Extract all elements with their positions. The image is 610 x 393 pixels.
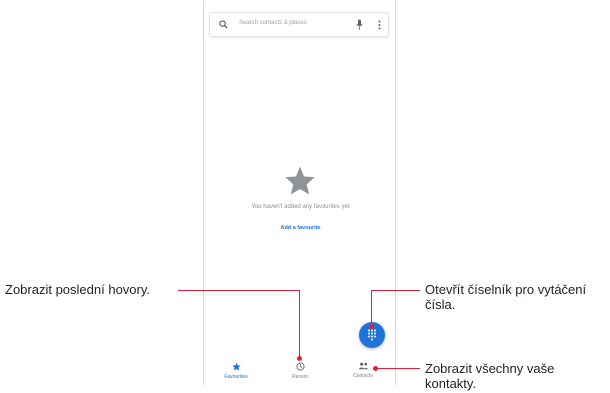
callout-line-recent bbox=[178, 290, 300, 291]
mic-icon[interactable] bbox=[356, 19, 363, 30]
more-options-icon[interactable] bbox=[378, 20, 381, 30]
callout-line-dialpad-vertical bbox=[371, 290, 372, 326]
people-icon bbox=[357, 362, 369, 370]
add-favourite-link[interactable]: Add a favourite bbox=[204, 225, 397, 231]
callout-line-recent-vertical bbox=[299, 290, 300, 358]
nav-label-recent: Recent bbox=[292, 374, 308, 380]
search-bar[interactable]: Search contacts & places bbox=[209, 12, 389, 37]
nav-contacts[interactable]: Contacts bbox=[331, 353, 395, 385]
nav-label-contacts: Contacts bbox=[353, 373, 373, 379]
search-icon bbox=[219, 20, 228, 29]
callout-dot-contacts bbox=[373, 366, 378, 371]
empty-state-message: You haven't added any favourites yet bbox=[251, 204, 350, 210]
callout-line-contacts bbox=[378, 368, 420, 369]
star-icon bbox=[231, 362, 241, 371]
callout-contacts-line2: kontakty. bbox=[425, 376, 477, 391]
nav-label-favourites: Favourites bbox=[224, 374, 248, 380]
search-input[interactable]: Search contacts & places bbox=[239, 20, 307, 26]
callout-contacts-line1: Zobrazit všechny vaše bbox=[425, 361, 555, 376]
callout-dialpad-line1: Otevřít číselník pro vytáčení bbox=[425, 282, 587, 297]
callout-dot-recent bbox=[297, 356, 302, 361]
empty-star-icon bbox=[285, 166, 315, 195]
callout-dialpad-line2: čísla. bbox=[425, 297, 456, 312]
callout-line-dialpad bbox=[371, 290, 420, 291]
nav-favourites[interactable]: Favourites bbox=[204, 353, 268, 385]
dialpad-icon bbox=[368, 329, 376, 341]
callout-dot-dialpad bbox=[369, 324, 374, 329]
callout-recent: Zobrazit poslední hovory. bbox=[5, 282, 150, 297]
clock-icon bbox=[295, 362, 305, 371]
